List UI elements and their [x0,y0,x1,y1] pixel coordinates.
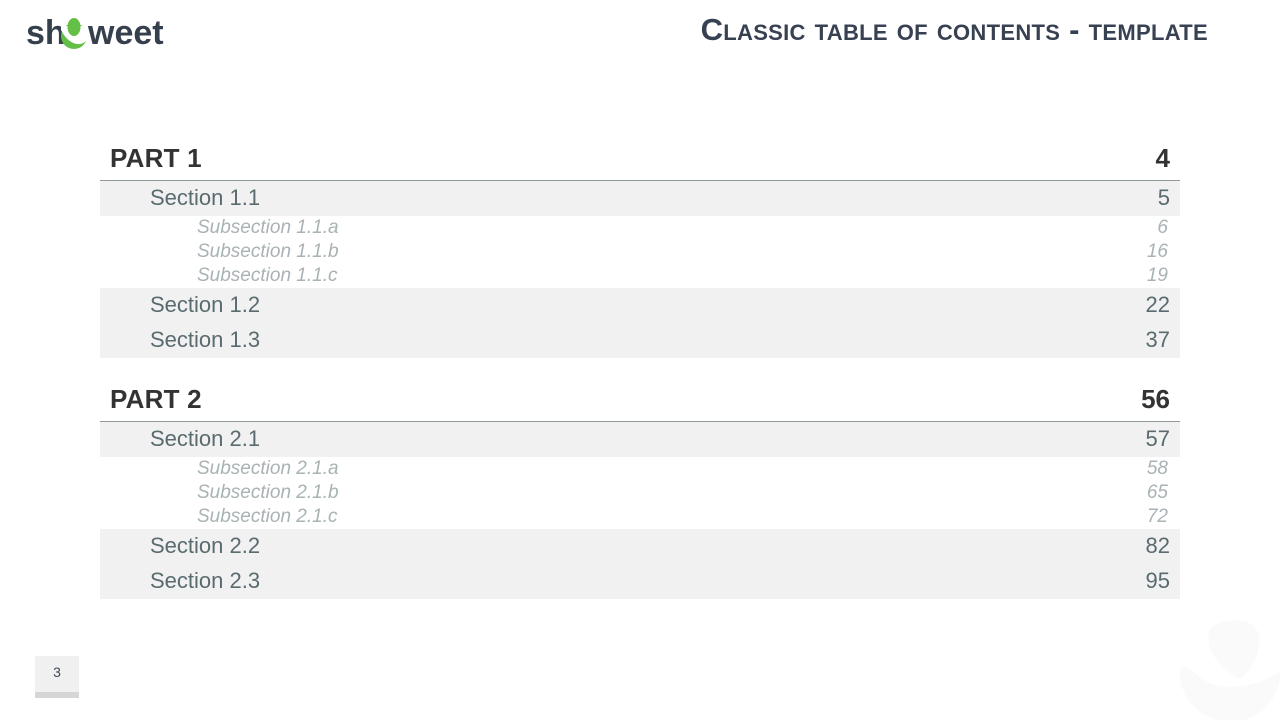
toc-row-page: 57 [1145,426,1170,451]
toc-row-page: 16 [1146,241,1168,262]
part-title: PART 2 [110,384,202,414]
toc-row-page: 22 [1145,292,1170,317]
toc-row-page: 82 [1145,533,1170,558]
toc-row-label: Section 2.2 [150,533,261,558]
table-of-contents: PART 1 4 Section 1.1 5 Subsection 1.1.a … [100,143,1180,599]
toc-row-label: Section 1.1 [150,185,261,210]
toc-row-label: Subsection 1.1.b [197,241,339,262]
part-header[interactable]: PART 2 56 [100,384,1180,422]
showeet-logo[interactable]: sh weet [26,14,178,54]
toc-row-page: 65 [1146,482,1168,503]
toc-row-subsection[interactable]: Subsection 2.1.a 58 [100,457,1180,481]
page-title: Classic Table of Contents - Template [700,12,1208,47]
toc-row-subsection[interactable]: Subsection 2.1.b 65 [100,481,1180,505]
toc-row-label: Subsection 1.1.a [197,217,339,238]
part-block: PART 1 4 Section 1.1 5 Subsection 1.1.a … [100,143,1180,358]
part-title: PART 1 [110,143,202,173]
toc-row-subsection[interactable]: Subsection 1.1.a 6 [100,216,1180,240]
toc-row-page: 72 [1146,506,1168,527]
toc-row-label: Section 1.3 [150,327,261,352]
toc-row-subsection[interactable]: Subsection 2.1.c 72 [100,505,1180,529]
toc-row-label: Section 2.3 [150,568,261,593]
toc-row-page: 58 [1146,458,1168,479]
part-block: PART 2 56 Section 2.1 57 Subsection 2.1.… [100,384,1180,599]
toc-row-page: 95 [1145,568,1170,593]
svg-text:weet: weet [87,14,164,52]
toc-row-section[interactable]: Section 2.2 82 [100,529,1180,564]
toc-row-section[interactable]: Section 2.1 57 [100,422,1180,457]
toc-row-subsection[interactable]: Subsection 1.1.c 19 [100,264,1180,288]
toc-row-label: Section 1.2 [150,292,261,317]
toc-row-page: 6 [1157,217,1168,238]
part-page-number: 4 [1155,143,1170,173]
toc-row-page: 19 [1146,265,1168,286]
part-rows: Section 1.1 5 Subsection 1.1.a 6 Subsect… [100,181,1180,358]
svg-text:sh: sh [26,14,66,52]
corner-watermark-logo [1170,614,1280,720]
part-header[interactable]: PART 1 4 [100,143,1180,181]
part-page-number: 56 [1141,384,1170,414]
toc-row-page: 37 [1145,327,1170,352]
toc-row-section[interactable]: Section 2.3 95 [100,564,1180,599]
toc-row-section[interactable]: Section 1.2 22 [100,288,1180,323]
toc-row-label: Section 2.1 [150,426,261,451]
toc-row-label: Subsection 2.1.b [197,482,339,503]
slide-number-badge: 3 [35,656,79,698]
toc-row-section[interactable]: Section 1.3 37 [100,323,1180,358]
slide-header: sh weet Classic Table of Contents - Temp… [0,0,1280,72]
slide-number-text: 3 [53,664,61,680]
toc-row-label: Subsection 2.1.a [197,458,339,479]
toc-row-label: Subsection 1.1.c [197,265,338,286]
toc-row-section[interactable]: Section 1.1 5 [100,181,1180,216]
toc-row-page: 5 [1157,185,1170,210]
part-rows: Section 2.1 57 Subsection 2.1.a 58 Subse… [100,422,1180,599]
toc-row-subsection[interactable]: Subsection 1.1.b 16 [100,240,1180,264]
toc-row-label: Subsection 2.1.c [197,506,338,527]
